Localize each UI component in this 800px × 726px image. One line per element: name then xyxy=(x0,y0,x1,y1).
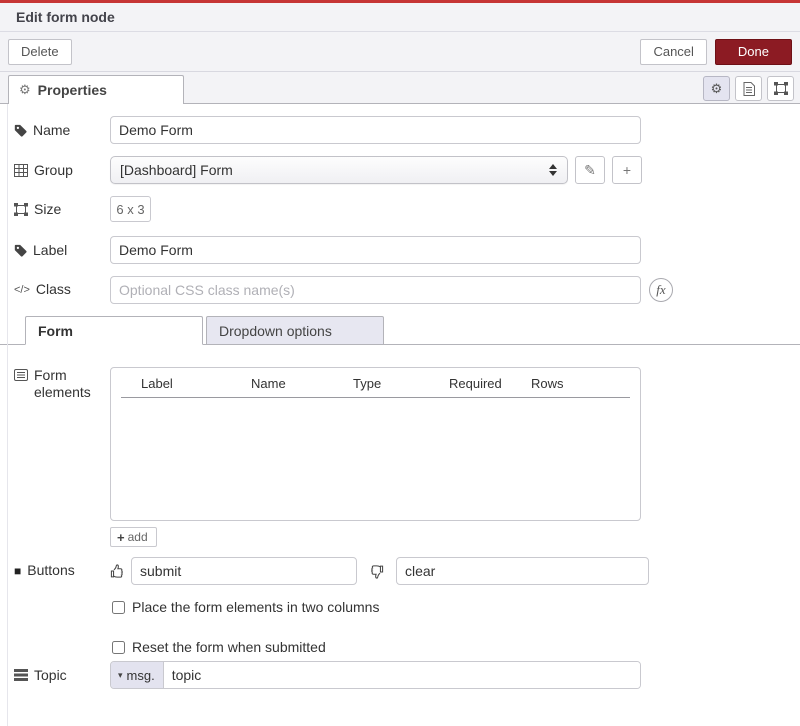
section-tabs: Form Dropdown options xyxy=(0,316,800,345)
add-element-button[interactable]: + add xyxy=(110,527,157,547)
edit-group-button[interactable]: ✎ xyxy=(575,156,605,184)
clear-button-text-input[interactable] xyxy=(396,557,649,585)
square-icon: ■ xyxy=(14,563,21,580)
done-button[interactable]: Done xyxy=(715,39,792,65)
dialog-title: Edit form node xyxy=(0,3,800,32)
topic-label: Topic xyxy=(34,667,67,684)
gear-icon: ⚙ xyxy=(711,81,723,97)
object-resize-icon xyxy=(14,203,28,216)
description-button[interactable] xyxy=(735,76,762,101)
reset-option[interactable]: Reset the form when submitted xyxy=(112,639,800,655)
pencil-icon: ✎ xyxy=(584,162,596,179)
properties-tab-label: Properties xyxy=(38,82,107,98)
buttons-label: Buttons xyxy=(27,562,74,579)
code-icon: </> xyxy=(14,282,30,299)
column-header-rows: Rows xyxy=(531,376,640,391)
row-buttons: ■ Buttons xyxy=(14,557,800,585)
row-size: Size 6 x 3 xyxy=(14,196,800,222)
tab-form[interactable]: Form xyxy=(25,316,203,345)
document-icon xyxy=(743,82,755,96)
label-label: Label xyxy=(33,242,67,259)
group-select-value: [Dashboard] Form xyxy=(120,162,233,178)
select-stepper-icon xyxy=(549,164,558,176)
topic-typed-input: ▾ msg. xyxy=(110,661,641,689)
group-select[interactable]: [Dashboard] Form xyxy=(110,156,568,184)
label-label-group: Label xyxy=(14,242,110,259)
appearance-button[interactable] xyxy=(767,76,794,101)
tag-icon xyxy=(14,244,27,257)
list-alt-icon xyxy=(14,369,28,381)
properties-panel: Name Group [Dashboard] Form xyxy=(0,104,800,726)
tag-icon xyxy=(14,124,27,137)
submit-button-text-input[interactable] xyxy=(131,557,357,585)
tab-dropdown-options[interactable]: Dropdown options xyxy=(206,316,384,345)
label-input[interactable] xyxy=(110,236,641,264)
two-columns-option[interactable]: Place the form elements in two columns xyxy=(112,599,800,615)
reset-checkbox[interactable] xyxy=(112,641,125,654)
editor-tab-row: ⚙ Properties ⚙ xyxy=(0,72,800,104)
group-label-group: Group xyxy=(14,162,110,179)
buttons-label-group: ■ Buttons xyxy=(14,562,110,580)
dialog-toolbar: Delete Cancel Done xyxy=(0,32,800,72)
row-name: Name xyxy=(14,116,800,144)
form-elements-list[interactable]: Label Name Type Required Rows xyxy=(110,367,641,521)
column-header-required: Required xyxy=(449,376,531,391)
form-elements-header: Label Name Type Required Rows xyxy=(111,376,640,397)
row-group: Group [Dashboard] Form ✎ + xyxy=(14,156,800,184)
topic-type-label: msg. xyxy=(127,668,155,683)
tasks-icon xyxy=(14,669,28,681)
object-resize-icon xyxy=(774,82,788,95)
row-topic: Topic ▾ msg. xyxy=(14,661,800,689)
name-input[interactable] xyxy=(110,116,641,144)
column-header-type: Type xyxy=(353,376,449,391)
size-label-group: Size xyxy=(14,201,110,218)
group-label: Group xyxy=(34,162,73,179)
add-group-button[interactable]: + xyxy=(612,156,642,184)
delete-button[interactable]: Delete xyxy=(8,39,72,65)
thumbs-down-icon xyxy=(369,564,384,579)
name-label-group: Name xyxy=(14,122,110,139)
thumbs-up-icon xyxy=(110,564,125,579)
column-header-name: Name xyxy=(251,376,353,391)
class-label-group: </> Class xyxy=(14,281,110,299)
header-divider xyxy=(121,397,630,398)
tab-properties[interactable]: ⚙ Properties xyxy=(8,75,184,104)
fx-button[interactable]: fx xyxy=(649,278,673,302)
cancel-button[interactable]: Cancel xyxy=(640,39,706,65)
name-label: Name xyxy=(33,122,70,139)
plus-icon: + xyxy=(117,530,125,545)
row-class: </> Class fx xyxy=(14,276,800,304)
size-button[interactable]: 6 x 3 xyxy=(110,196,151,222)
form-elements-label: Form elements xyxy=(34,367,96,401)
add-button-label: add xyxy=(128,530,148,544)
gear-icon: ⚙ xyxy=(19,82,31,98)
row-label: Label xyxy=(14,236,800,264)
row-form-elements: Form elements Label Name Type Required R… xyxy=(14,367,800,521)
table-icon xyxy=(14,164,28,177)
editor-mode-buttons: ⚙ xyxy=(703,76,794,101)
class-input[interactable] xyxy=(110,276,641,304)
caret-down-icon: ▾ xyxy=(118,670,123,681)
plus-icon: + xyxy=(623,162,631,178)
size-label: Size xyxy=(34,201,61,218)
edit-form-node-dialog: Edit form node Delete Cancel Done ⚙ Prop… xyxy=(0,0,800,726)
form-elements-label-group: Form elements xyxy=(14,367,110,401)
edit-properties-button[interactable]: ⚙ xyxy=(703,76,730,101)
two-columns-checkbox[interactable] xyxy=(112,601,125,614)
class-label: Class xyxy=(36,281,71,298)
toolbar-right-group: Cancel Done xyxy=(640,39,792,65)
column-header-label: Label xyxy=(141,376,251,391)
two-columns-label: Place the form elements in two columns xyxy=(132,599,379,615)
topic-value-input[interactable] xyxy=(164,662,640,688)
topic-type-button[interactable]: ▾ msg. xyxy=(111,662,164,688)
reset-label: Reset the form when submitted xyxy=(132,639,326,655)
topic-label-group: Topic xyxy=(14,667,110,684)
